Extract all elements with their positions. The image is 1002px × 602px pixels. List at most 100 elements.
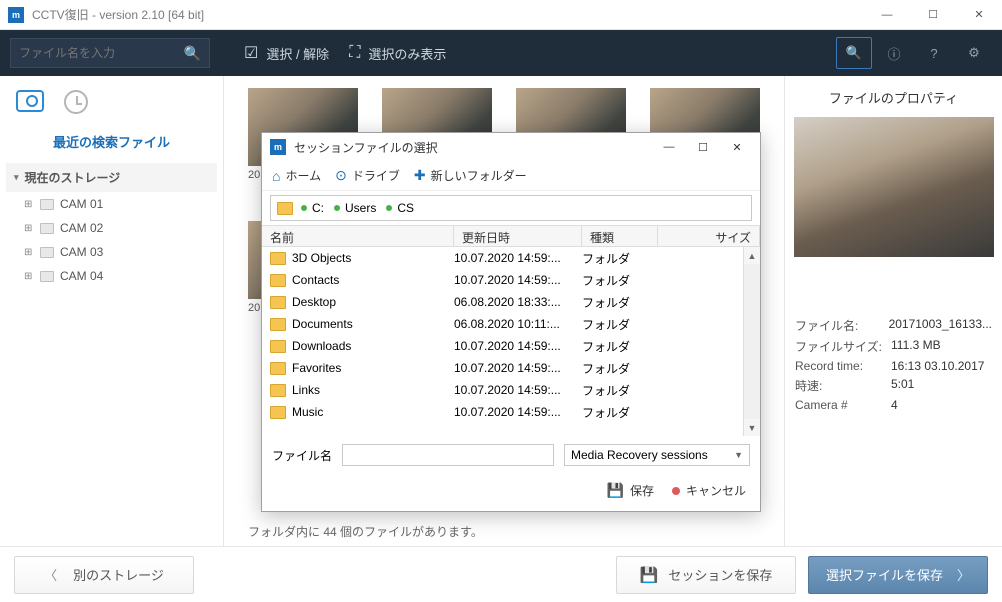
folder-icon — [270, 274, 286, 287]
file-date: 10.07.2020 14:59:... — [454, 361, 582, 375]
property-key: Record time: — [795, 359, 891, 373]
property-row: Record time:16:13 03.10.2017 — [795, 359, 992, 373]
scrollbar[interactable]: ▲ ▼ — [743, 247, 760, 436]
back-storage-button[interactable]: 〈 別のストレージ — [14, 556, 194, 594]
dialog-maximize-button[interactable]: ☐ — [688, 135, 718, 159]
sidebar-item[interactable]: ⊞CAM 02 — [6, 216, 217, 240]
property-row: Camera #4 — [795, 398, 992, 412]
dialog-nav-home[interactable]: ⌂ホーム — [272, 167, 321, 184]
camera-icon[interactable] — [16, 90, 44, 112]
file-row[interactable]: Links10.07.2020 14:59:...フォルダ — [262, 379, 760, 401]
file-name: 3D Objects — [292, 251, 351, 265]
dialog-save-button[interactable]: 💾保存 — [607, 482, 654, 499]
file-row[interactable]: 3D Objects 10.07.2020 14:59:...フォルダ — [262, 247, 760, 269]
help-button[interactable]: ? — [916, 37, 952, 69]
col-name-header[interactable]: 名前 — [262, 226, 454, 246]
property-key: ファイルサイズ: — [795, 338, 891, 355]
col-type-header[interactable]: 種類 — [582, 226, 658, 246]
minimize-button[interactable]: — — [864, 0, 910, 30]
cancel-icon — [672, 487, 680, 495]
expand-icon: ⊞ — [24, 271, 34, 282]
file-name: Downloads — [292, 339, 351, 353]
dialog-close-button[interactable]: ✕ — [722, 135, 752, 159]
dialog-minimize-button[interactable]: — — [654, 135, 684, 159]
search-input[interactable] — [19, 46, 184, 60]
folder-icon — [270, 296, 286, 309]
preview-image — [794, 117, 994, 257]
chevron-left-icon: 〈 — [44, 565, 57, 584]
filetype-select[interactable]: Media Recovery sessions ▼ — [564, 444, 750, 466]
file-date: 10.07.2020 14:59:... — [454, 405, 582, 419]
file-type: フォルダ — [582, 338, 658, 355]
floppy-icon: 💾 — [640, 566, 659, 584]
property-key: Camera # — [795, 398, 891, 412]
file-name: Desktop — [292, 295, 336, 309]
close-button[interactable]: ✕ — [956, 0, 1002, 30]
settings-button[interactable]: ⚙ — [956, 37, 992, 69]
file-row[interactable]: Favorites10.07.2020 14:59:...フォルダ — [262, 357, 760, 379]
file-row[interactable]: Downloads10.07.2020 14:59:...フォルダ — [262, 335, 760, 357]
property-value: 5:01 — [891, 377, 992, 394]
show-selected-label: 選択のみ表示 — [368, 44, 446, 63]
col-size-header[interactable]: サイズ — [658, 226, 760, 246]
file-type: フォルダ — [582, 360, 658, 377]
file-name: Contacts — [292, 273, 339, 287]
show-selected-button[interactable]: ⛶ 選択のみ表示 — [339, 38, 456, 68]
file-type: フォルダ — [582, 404, 658, 421]
dialog-nav-new-folder[interactable]: ✚新しいフォルダー — [414, 167, 527, 184]
scroll-down-button[interactable]: ▼ — [744, 419, 760, 436]
chevron-down-icon: ▾ — [14, 172, 19, 183]
sidebar-recent[interactable]: 最近の検索ファイル — [6, 126, 217, 163]
file-type: フォルダ — [582, 382, 658, 399]
col-date-header[interactable]: 更新日時 — [454, 226, 582, 246]
file-row[interactable]: Documents06.08.2020 10:11:...フォルダ — [262, 313, 760, 335]
save-selected-button[interactable]: 選択ファイルを保存 〉 — [808, 556, 988, 594]
scroll-up-button[interactable]: ▲ — [744, 247, 760, 264]
breadcrumb-item[interactable]: CS — [386, 201, 414, 215]
clock-icon[interactable] — [64, 90, 88, 114]
file-date: 10.07.2020 14:59:... — [454, 383, 582, 397]
filename-input[interactable] — [342, 444, 554, 466]
sidebar-item[interactable]: ⊞CAM 01 — [6, 192, 217, 216]
dialog-cancel-button[interactable]: キャンセル — [672, 482, 746, 499]
dialog-title: セッションファイルの選択 — [294, 139, 438, 156]
dialog-breadcrumb[interactable]: C: Users CS — [270, 195, 752, 221]
breadcrumb-item[interactable]: Users — [334, 201, 376, 215]
file-row[interactable]: Music10.07.2020 14:59:...フォルダ — [262, 401, 760, 423]
refresh-search-button[interactable]: 🔍 — [836, 37, 872, 69]
file-type: フォルダ — [582, 250, 658, 267]
properties-panel: ファイルのプロパティ ファイル名:20171003_16133...ファイルサイ… — [784, 76, 1002, 546]
file-date: 10.07.2020 14:59:... — [454, 251, 582, 265]
file-type: フォルダ — [582, 272, 658, 289]
file-type: フォルダ — [582, 316, 658, 333]
toolbar: 🔍 ☑ 選択 / 解除 ⛶ 選択のみ表示 🔍 ⓘ ? ⚙ — [0, 30, 1002, 76]
sidebar-storages-header[interactable]: ▾ 現在のストレージ — [6, 163, 217, 192]
file-row[interactable]: Contacts10.07.2020 14:59:...フォルダ — [262, 269, 760, 291]
session-file-dialog: m セッションファイルの選択 — ☐ ✕ ⌂ホーム ⊙ドライブ ✚新しいフォルダ… — [261, 132, 761, 512]
save-icon: 💾 — [607, 482, 624, 499]
chevron-right-icon: 〉 — [957, 565, 970, 584]
dialog-app-icon: m — [270, 139, 286, 155]
title-bar: m CCTV復旧 - version 2.10 [64 bit] — ☐ ✕ — [0, 0, 1002, 30]
dot-icon — [386, 205, 392, 211]
properties-header: ファイルのプロパティ — [829, 88, 958, 107]
folder-icon — [270, 318, 286, 331]
dialog-file-list: 3D Objects10.07.2020 14:59:...フォルダContac… — [262, 247, 760, 436]
sidebar-item[interactable]: ⊞CAM 03 — [6, 240, 217, 264]
file-type: フォルダ — [582, 294, 658, 311]
maximize-button[interactable]: ☐ — [910, 0, 956, 30]
search-icon: 🔍 — [184, 45, 201, 62]
sidebar-item[interactable]: ⊞CAM 04 — [6, 264, 217, 288]
save-session-button[interactable]: 💾 セッションを保存 — [616, 556, 796, 594]
file-row[interactable]: Desktop06.08.2020 18:33:...フォルダ — [262, 291, 760, 313]
filename-label: ファイル名 — [272, 447, 332, 464]
mag-refresh-icon: 🔍 — [846, 45, 862, 61]
breadcrumb-item[interactable]: C: — [301, 201, 324, 215]
property-row: ファイルサイズ:111.3 MB — [795, 338, 992, 355]
search-box[interactable]: 🔍 — [10, 38, 210, 68]
status-text: フォルダ内に 44 個のファイルがあります。 — [248, 523, 483, 540]
info-button[interactable]: ⓘ — [876, 37, 912, 69]
select-clear-button[interactable]: ☑ 選択 / 解除 — [234, 38, 339, 68]
dialog-nav-drives[interactable]: ⊙ドライブ — [335, 167, 400, 184]
folder-icon — [40, 271, 54, 282]
